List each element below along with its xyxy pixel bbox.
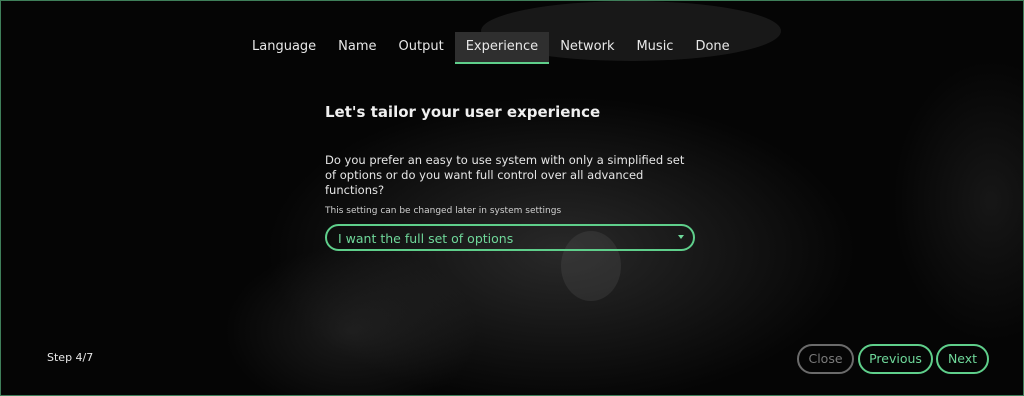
- experience-question: Do you prefer an easy to use system with…: [325, 153, 685, 197]
- experience-select-value: I want the full set of options: [338, 231, 514, 246]
- experience-panel: Let's tailor your user experience Do you…: [325, 101, 705, 251]
- tab-language[interactable]: Language: [241, 32, 327, 62]
- step-indicator: Step 4/7: [47, 351, 94, 364]
- experience-select[interactable]: I want the full set of options: [325, 224, 695, 251]
- previous-button[interactable]: Previous: [858, 344, 933, 374]
- next-button[interactable]: Next: [936, 344, 989, 374]
- dropdown-arrow-icon: [678, 235, 684, 239]
- setup-wizard-window: Language Name Output Experience Network …: [0, 0, 1024, 396]
- tab-done[interactable]: Done: [684, 32, 740, 62]
- tab-network[interactable]: Network: [549, 32, 625, 62]
- tab-experience[interactable]: Experience: [454, 32, 550, 64]
- tab-output[interactable]: Output: [388, 32, 455, 62]
- close-button[interactable]: Close: [797, 344, 854, 374]
- wizard-tabs: Language Name Output Experience Network …: [241, 32, 741, 64]
- tab-music[interactable]: Music: [625, 32, 684, 62]
- tab-name[interactable]: Name: [327, 32, 387, 62]
- page-title: Let's tailor your user experience: [325, 103, 601, 121]
- settings-hint: This setting can be changed later in sys…: [325, 206, 562, 216]
